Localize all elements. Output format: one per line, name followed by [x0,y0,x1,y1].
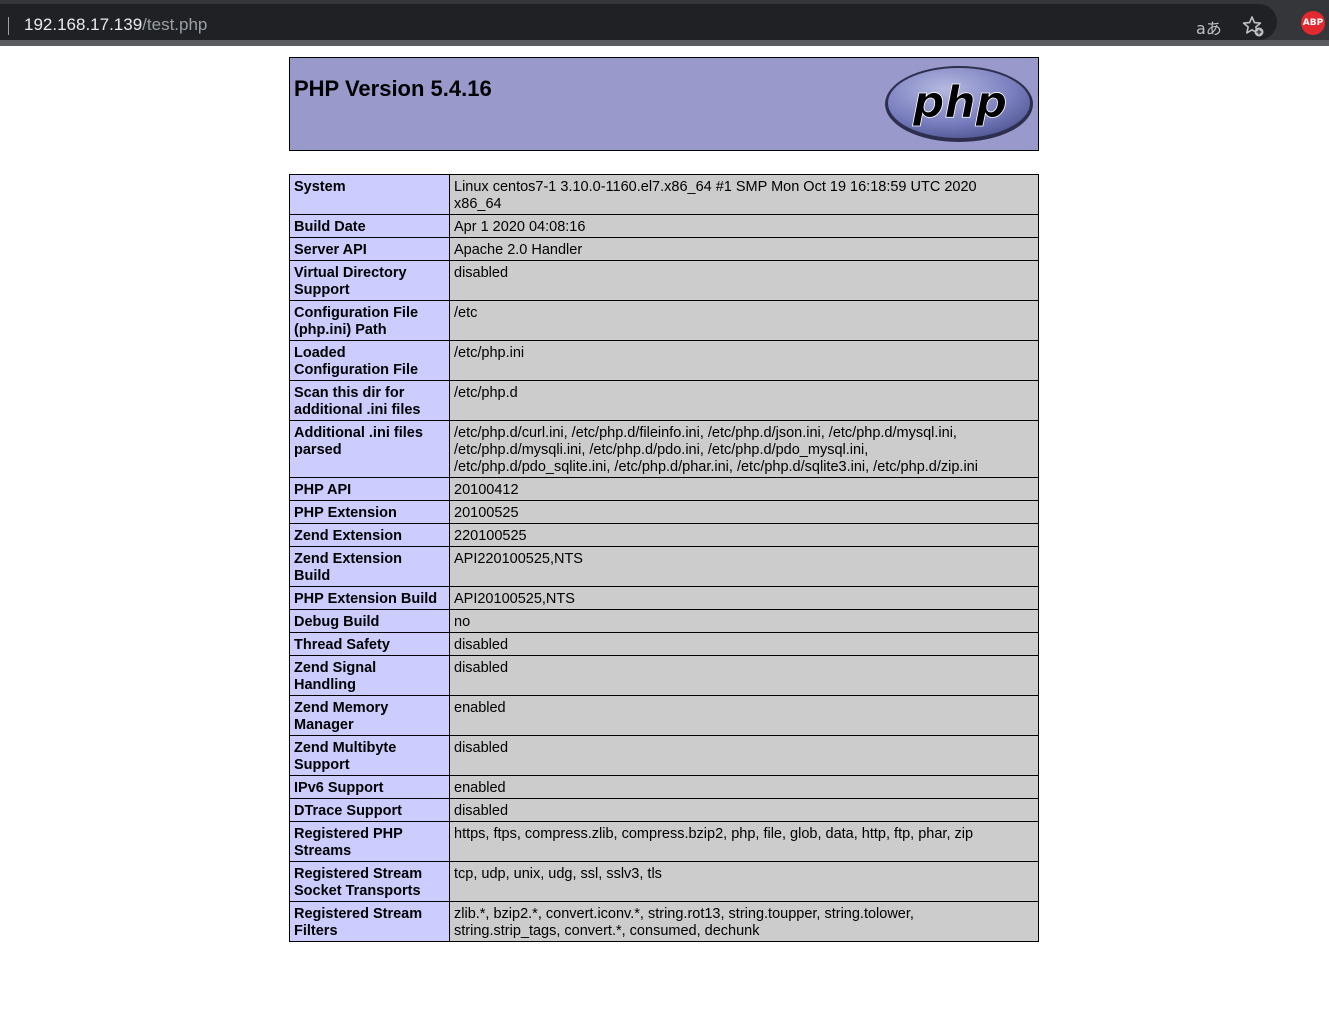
table-row: Loaded Configuration File/etc/php.ini [289,340,1039,381]
row-key: Virtual Directory Support [289,260,450,301]
url-text[interactable]: 192.168.17.139/test.php [24,15,207,35]
row-key: Zend Signal Handling [289,655,450,696]
row-value: /etc [449,300,1039,341]
row-value: tcp, udp, unix, udg, ssl, sslv3, tls [449,861,1039,902]
table-row: Debug Build no [289,609,1039,633]
row-key: Thread Safety [289,632,450,656]
row-value: /etc/php.ini [449,340,1039,381]
row-key: IPv6 Support [289,775,450,799]
table-row: Additional .ini files parsed/etc/php.d/c… [289,420,1039,478]
row-value: no [449,609,1039,633]
row-key: Debug Build [289,609,450,633]
row-key: System [289,174,450,215]
row-key: DTrace Support [289,798,450,822]
row-key: Zend Extension Build [289,546,450,587]
address-bar[interactable]: 192.168.17.139/test.php aあ [0,4,1277,40]
row-key: Additional .ini files parsed [289,420,450,478]
row-value: disabled [449,632,1039,656]
row-value: Apache 2.0 Handler [449,237,1039,261]
phpinfo-header: PHP Version 5.4.16 php [289,57,1039,151]
table-row: PHP Extension Build API20100525,NTS [289,586,1039,610]
table-row: PHP API 20100412 [289,477,1039,501]
table-row: PHP Extension 20100525 [289,500,1039,524]
row-value: disabled [449,798,1039,822]
row-value: API220100525,NTS [449,546,1039,587]
row-key: Registered PHP Streams [289,821,450,862]
row-value: enabled [449,695,1039,736]
php-version-title: PHP Version 5.4.16 [294,76,492,101]
translate-icon[interactable]: aあ [1196,15,1222,39]
row-value: https, ftps, compress.zlib, compress.bzi… [449,821,1039,862]
row-key: Zend Extension [289,523,450,547]
table-row: IPv6 Support enabled [289,775,1039,799]
table-row: Configuration File (php.ini) Path/etc [289,300,1039,341]
table-row: Zend Multibyte Support disabled [289,735,1039,776]
table-row: Thread Safety disabled [289,632,1039,656]
row-value: zlib.*, bzip2.*, convert.iconv.*, string… [449,901,1039,942]
table-row: Build Date Apr 1 2020 04:08:16 [289,214,1039,238]
row-key: Zend Multibyte Support [289,735,450,776]
row-key: Registered Stream Socket Transports [289,861,450,902]
row-value: 20100525 [449,500,1039,524]
url-host: 192.168.17.139 [24,15,143,34]
table-row: Zend Memory Manager enabled [289,695,1039,736]
table-row: Registered Stream Socket Transports tcp, … [289,861,1039,902]
table-row: Virtual Directory Support disabled [289,260,1039,301]
row-key: Configuration File (php.ini) Path [289,300,450,341]
table-row: Zend Extension Build API220100525,NTS [289,546,1039,587]
row-value: 220100525 [449,523,1039,547]
row-key: Server API [289,237,450,261]
row-value: disabled [449,260,1039,301]
table-row: System Linux centos7-1 3.10.0-1160.el7.x8… [289,174,1039,215]
row-value: enabled [449,775,1039,799]
table-row: Scan this dir for additional .ini files /… [289,380,1039,421]
row-value: 20100412 [449,477,1039,501]
url-path: /test.php [142,15,208,34]
php-logo-icon[interactable]: php [884,65,1034,143]
row-key: PHP API [289,477,450,501]
table-row: Registered Stream Filters zlib.*, bzip2.*… [289,901,1039,942]
toolbar-divider [0,40,1329,46]
php-logo-text: php [912,77,1007,128]
row-key: PHP Extension Build [289,586,450,610]
row-key: Loaded Configuration File [289,340,450,381]
row-key: PHP Extension [289,500,450,524]
row-value: disabled [449,735,1039,776]
table-row: Zend Extension 220100525 [289,523,1039,547]
row-value: API20100525,NTS [449,586,1039,610]
adblock-extension-icon[interactable]: ABP [1301,11,1325,35]
table-row: Registered PHP Streams https, ftps, compr… [289,821,1039,862]
table-row: DTrace Support disabled [289,798,1039,822]
row-value: Linux centos7-1 3.10.0-1160.el7.x86_64 #… [449,174,1039,215]
row-value: Apr 1 2020 04:08:16 [449,214,1039,238]
row-key: Scan this dir for additional .ini files [289,380,450,421]
table-row: Zend Signal Handling disabled [289,655,1039,696]
bookmark-star-icon[interactable] [1241,14,1265,38]
row-key: Registered Stream Filters [289,901,450,942]
row-key: Zend Memory Manager [289,695,450,736]
table-row: Server API Apache 2.0 Handler [289,237,1039,261]
text-cursor [8,17,9,35]
row-value: /etc/php.d/curl.ini, /etc/php.d/fileinfo… [449,420,1039,478]
row-value: /etc/php.d [449,380,1039,421]
row-key: Build Date [289,214,450,238]
phpinfo-table: System Linux centos7-1 3.10.0-1160.el7.x8… [289,174,1039,942]
row-value: disabled [449,655,1039,696]
